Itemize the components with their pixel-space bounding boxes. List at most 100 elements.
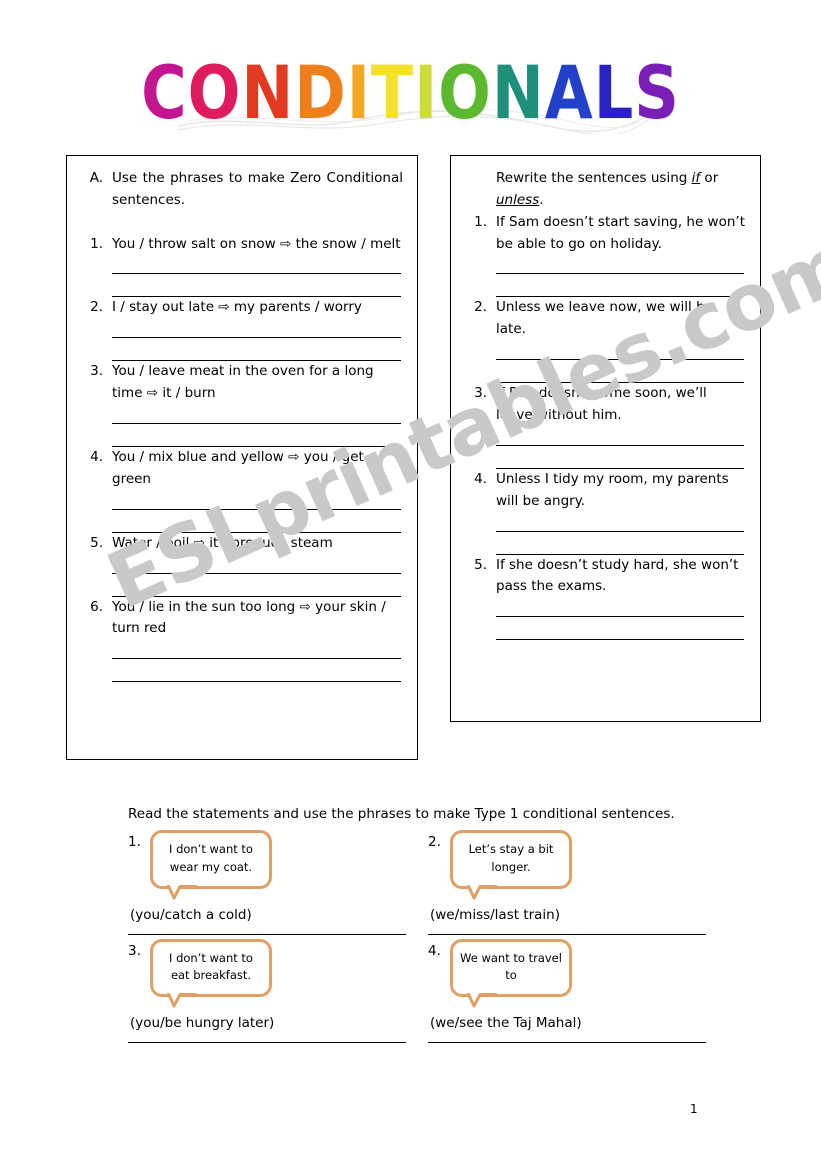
speech-bubble-tail-icon: [466, 883, 498, 901]
answer-line[interactable]: [496, 359, 744, 361]
item-text: If Sam doesn’t start saving, he won’t be…: [496, 213, 745, 252]
answer-line[interactable]: [112, 658, 401, 660]
title-letter-7: O: [438, 49, 492, 136]
answer-line[interactable]: [128, 1042, 406, 1044]
keyword-unless: unless: [496, 191, 540, 208]
answer-lines: [461, 359, 746, 384]
answer-line[interactable]: [128, 933, 406, 935]
exercise-b-instruction-row: Rewrite the sentences using if or unless…: [461, 168, 746, 212]
title-letter-6: I: [414, 49, 439, 136]
exercise-b-content: Rewrite the sentences using if or unless…: [451, 156, 760, 641]
page-title-wrap: CONDITIONALS: [0, 56, 821, 129]
item-number: 2.: [428, 834, 441, 850]
speech-bubble-tail-icon: [166, 883, 198, 901]
item-text: If she doesn’t study hard, she won’t pas…: [496, 556, 739, 595]
exercise-b-box: Rewrite the sentences using if or unless…: [450, 155, 761, 722]
speech-bubble: I don’t want to wear my coat.: [150, 830, 272, 900]
answer-line[interactable]: [496, 616, 744, 618]
title-letter-10: L: [593, 49, 635, 136]
page-number: 1: [690, 1102, 698, 1116]
answer-lines: [461, 444, 746, 469]
answer-line[interactable]: [496, 639, 744, 641]
item-number: 1.: [128, 834, 141, 850]
numbered-item: 5. Water / boil ⇨ it / produce steam: [77, 533, 403, 555]
prompt-phrase: (we/miss/last train): [430, 906, 561, 923]
exercise-a-label: A.: [89, 170, 103, 186]
answer-line[interactable]: [496, 444, 744, 446]
numbered-item: 1. You / throw salt on snow ⇨ the snow / …: [77, 234, 403, 256]
item-number: 5.: [90, 534, 103, 551]
numbered-item: 2. Unless we leave now, we will be late.: [461, 297, 746, 341]
bubble-row: 3. I don’t want to eat breakfast.: [128, 938, 428, 1008]
answer-line[interactable]: [496, 530, 744, 532]
exercise-b-instruction-post: .: [539, 191, 544, 208]
numbered-item: 4. Unless I tidy my room, my parents will…: [461, 469, 746, 513]
answer-line[interactable]: [112, 681, 401, 683]
title-letter-11: S: [634, 49, 680, 136]
title-letter-8: N: [491, 49, 545, 136]
item-number: 3.: [90, 363, 103, 380]
exercise-c-instruction: Read the statements and use the phrases …: [128, 806, 675, 822]
answer-lines: [77, 423, 403, 448]
item-number: 3.: [128, 942, 141, 959]
answer-line[interactable]: [112, 337, 401, 339]
speech-bubble-text: I don’t want to eat breakfast.: [169, 950, 253, 983]
item-text: You / leave meat in the oven for a long …: [112, 363, 374, 402]
item-number: 3.: [474, 385, 487, 402]
exercise-a-items: 1. You / throw salt on snow ⇨ the snow / …: [77, 234, 403, 683]
answer-line[interactable]: [112, 572, 401, 574]
prompt-phrase: (you/be hungry later): [130, 1015, 275, 1032]
answer-line[interactable]: [112, 273, 401, 275]
answer-line[interactable]: [112, 423, 401, 425]
title-letter-9: A: [544, 49, 594, 136]
exercise-a-content: A. Use the phrases to make Zero Conditio…: [67, 156, 417, 683]
exercise-a-box: A. Use the phrases to make Zero Conditio…: [66, 155, 418, 760]
numbered-item: 2. I / stay out late ⇨ my parents / worry: [77, 297, 403, 319]
item-number: 2.: [474, 299, 487, 316]
keyword-if: if: [691, 170, 701, 186]
speech-bubble-text: I don’t want to wear my coat.: [169, 842, 253, 874]
item-text: You / throw salt on snow ⇨ the snow / me…: [112, 235, 401, 252]
item-number: 5.: [474, 556, 487, 573]
answer-line[interactable]: [496, 273, 744, 275]
answer-line[interactable]: [428, 1042, 706, 1044]
speech-bubble-text: We want to travel to: [460, 950, 562, 983]
answer-line[interactable]: [112, 508, 401, 510]
speech-bubble-tail-icon: [166, 991, 198, 1009]
exercise-c-item: 1. I don’t want to wear my coat. (you/catc…: [128, 830, 428, 939]
exercise-c-item: 4. We want to travel to (we/see the Taj Ma…: [428, 938, 728, 1048]
exercise-b-instruction-mid: or: [700, 170, 719, 186]
item-text: I / stay out late ⇨ my parents / worry: [112, 299, 362, 316]
bubble-row: 2. Let’s stay a bit longer.: [428, 830, 728, 900]
numbered-item: 3. If Ron doesn’t come soon, we’ll leave …: [461, 383, 746, 427]
item-number: 1.: [90, 235, 103, 252]
title-letter-0: C: [141, 49, 188, 136]
numbered-item: 5. If she doesn’t study hard, she won’t p…: [461, 555, 746, 599]
prompt-phrase: (we/see the Taj Mahal): [430, 1015, 582, 1032]
numbered-item: 3. You / leave meat in the oven for a lon…: [77, 361, 403, 405]
item-text: Unless we leave now, we will be late.: [496, 299, 713, 338]
item-text: Water / boil ⇨ it / produce steam: [112, 534, 333, 551]
answer-lines: [77, 273, 403, 298]
exercise-b-instruction-pre: Rewrite the sentences using: [496, 170, 692, 186]
title-letter-1: O: [187, 49, 242, 136]
speech-bubble: I don’t want to eat breakfast.: [150, 938, 272, 1008]
speech-bubble-tail-icon: [466, 991, 498, 1009]
speech-bubble: Let’s stay a bit longer.: [450, 830, 572, 900]
title-letter-3: D: [294, 49, 347, 136]
item-number: 4.: [474, 470, 487, 487]
item-number: 4.: [428, 942, 441, 959]
worksheet-page: ESLprintables.com CONDITIONALS A. Use th…: [0, 0, 821, 1169]
exercise-a-instruction: Use the phrases to make Zero Conditional…: [112, 170, 403, 208]
item-number: 4.: [90, 449, 103, 466]
title-letter-4: I: [346, 49, 371, 136]
answer-lines: [461, 273, 746, 298]
answer-lines: [77, 337, 403, 362]
item-text: If Ron doesn’t come soon, we’ll leave wi…: [496, 385, 707, 424]
answer-lines: [77, 572, 403, 597]
item-text: You / lie in the sun too long ⇨ your ski…: [112, 598, 386, 637]
bubble-row: 4. We want to travel to: [428, 938, 728, 1008]
item-text: Unless I tidy my room, my parents will b…: [496, 470, 729, 509]
answer-line[interactable]: [428, 933, 706, 935]
speech-bubble-text: Let’s stay a bit longer.: [468, 842, 554, 874]
